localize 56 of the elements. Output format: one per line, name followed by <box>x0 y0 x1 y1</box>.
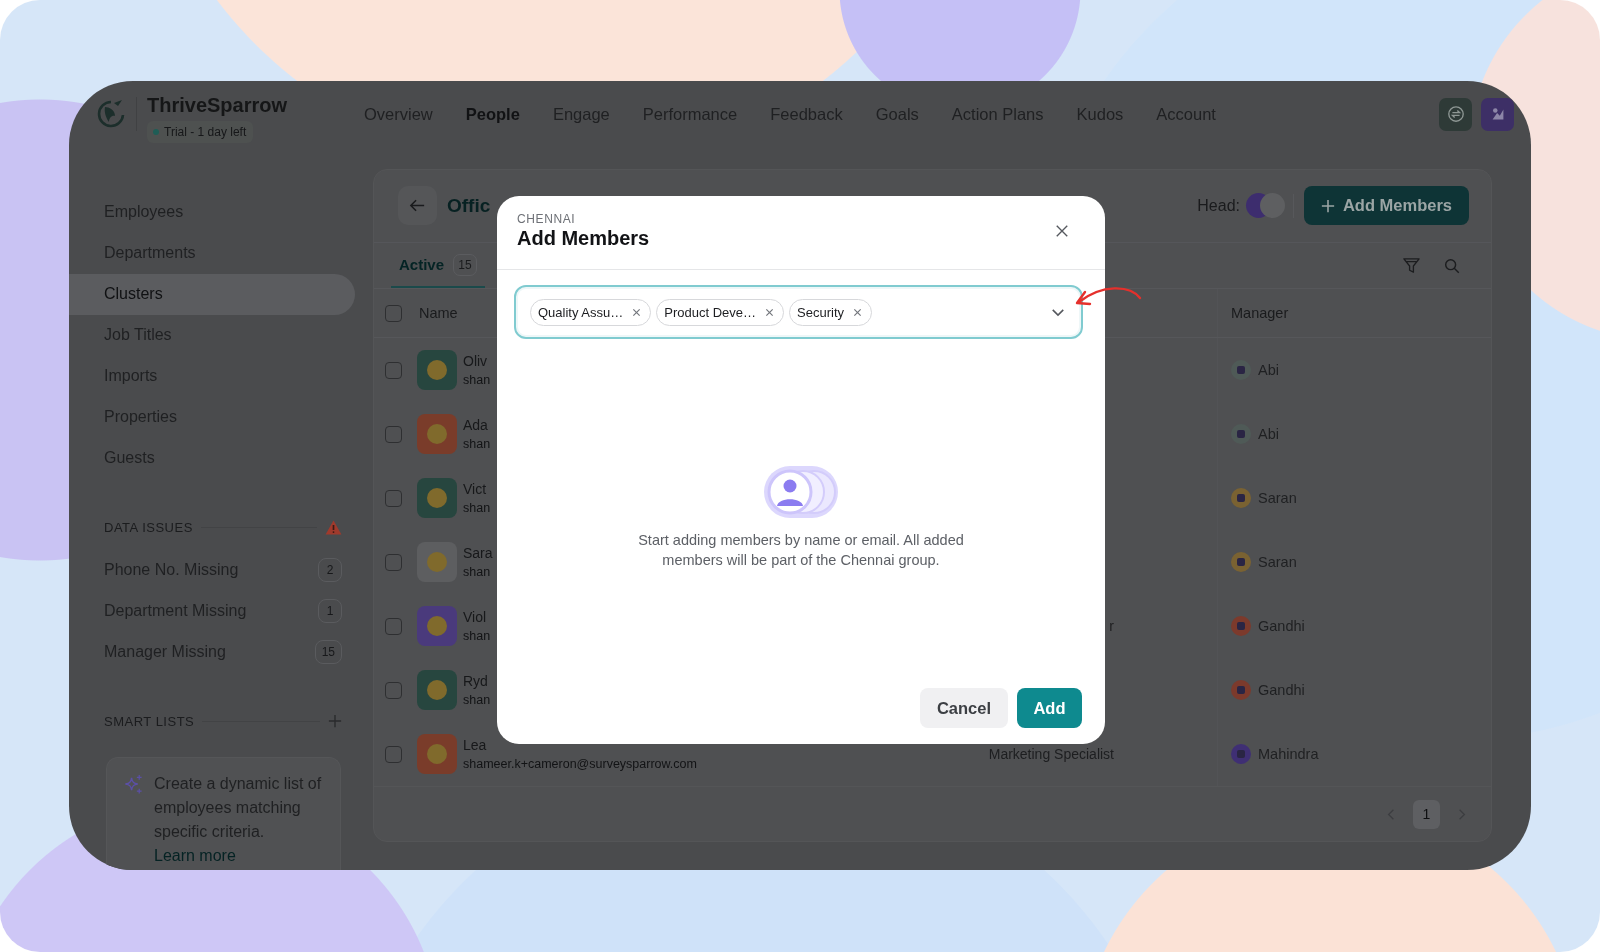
employee-email: shan <box>463 372 491 388</box>
trial-label: Trial - 1 day left <box>164 124 247 140</box>
close-icon[interactable] <box>765 307 775 317</box>
bird-logo-icon <box>97 98 125 130</box>
checkbox[interactable] <box>385 681 402 699</box>
checkbox[interactable] <box>385 425 402 443</box>
checkbox[interactable] <box>385 553 402 571</box>
status-dot-icon <box>153 129 159 135</box>
employee-name: Lea <box>463 736 487 754</box>
employee-name: Ryd <box>463 672 488 690</box>
multi-select-field[interactable]: Quality Assu… Product Deve… Security <box>514 285 1083 339</box>
filter-icon[interactable] <box>1402 256 1421 275</box>
employee-name: Oliv <box>463 352 488 370</box>
plus-icon[interactable] <box>328 714 342 728</box>
profile-button[interactable] <box>1481 97 1514 131</box>
search-icon[interactable] <box>1443 256 1461 275</box>
checkbox[interactable] <box>385 304 402 322</box>
employee-email: shameer.k+cameron@surveysparrow.com <box>463 756 697 772</box>
employee-name: Sara <box>463 544 493 562</box>
add-members-button[interactable]: Add Members <box>1304 186 1469 225</box>
empty-state-message: Start adding members by name or email. All added members will be part of the Chennai group. <box>637 530 965 570</box>
modal-subtitle: CHENNAI <box>517 212 577 226</box>
employee-email: shan <box>463 628 491 644</box>
checkbox[interactable] <box>385 617 402 635</box>
tag-label: Security <box>797 304 844 320</box>
employee-name: Ada <box>463 416 488 434</box>
employee-email: shan <box>463 500 491 516</box>
employee-email: shan <box>463 436 491 452</box>
sidebar-item[interactable]: Clusters <box>69 273 355 315</box>
employee-name: Vict <box>463 480 487 498</box>
modal-title: Add Members <box>517 226 650 250</box>
employee-name: Viol <box>463 608 487 626</box>
page-title: Offic <box>447 194 491 217</box>
sparkle-icon <box>123 774 144 795</box>
learn-more-link[interactable]: Learn more <box>154 847 236 864</box>
warning-icon <box>325 519 342 535</box>
plus-icon <box>1320 198 1335 213</box>
chevron-down-icon[interactable] <box>1051 307 1065 317</box>
page-button[interactable]: 1 <box>1413 799 1440 829</box>
user-group-icon <box>764 465 838 518</box>
checkbox[interactable] <box>385 489 402 507</box>
checkbox[interactable] <box>385 361 402 379</box>
close-icon[interactable] <box>632 307 642 317</box>
close-icon[interactable] <box>853 307 862 317</box>
employee-email: shan <box>463 564 491 580</box>
exchange-icon <box>1446 105 1465 123</box>
cancel-button[interactable]: Cancel <box>920 688 1008 728</box>
back-button[interactable] <box>398 186 437 225</box>
add-button[interactable]: Add <box>1017 688 1082 728</box>
switch-button[interactable] <box>1439 97 1472 131</box>
tag-label: Quality Assu… <box>538 304 624 320</box>
tag-label: Product Deve… <box>664 304 757 320</box>
nav-link[interactable]: People <box>465 104 520 124</box>
checkbox[interactable] <box>385 745 402 763</box>
employee-email: shan <box>463 692 491 708</box>
close-icon[interactable] <box>1055 224 1069 238</box>
